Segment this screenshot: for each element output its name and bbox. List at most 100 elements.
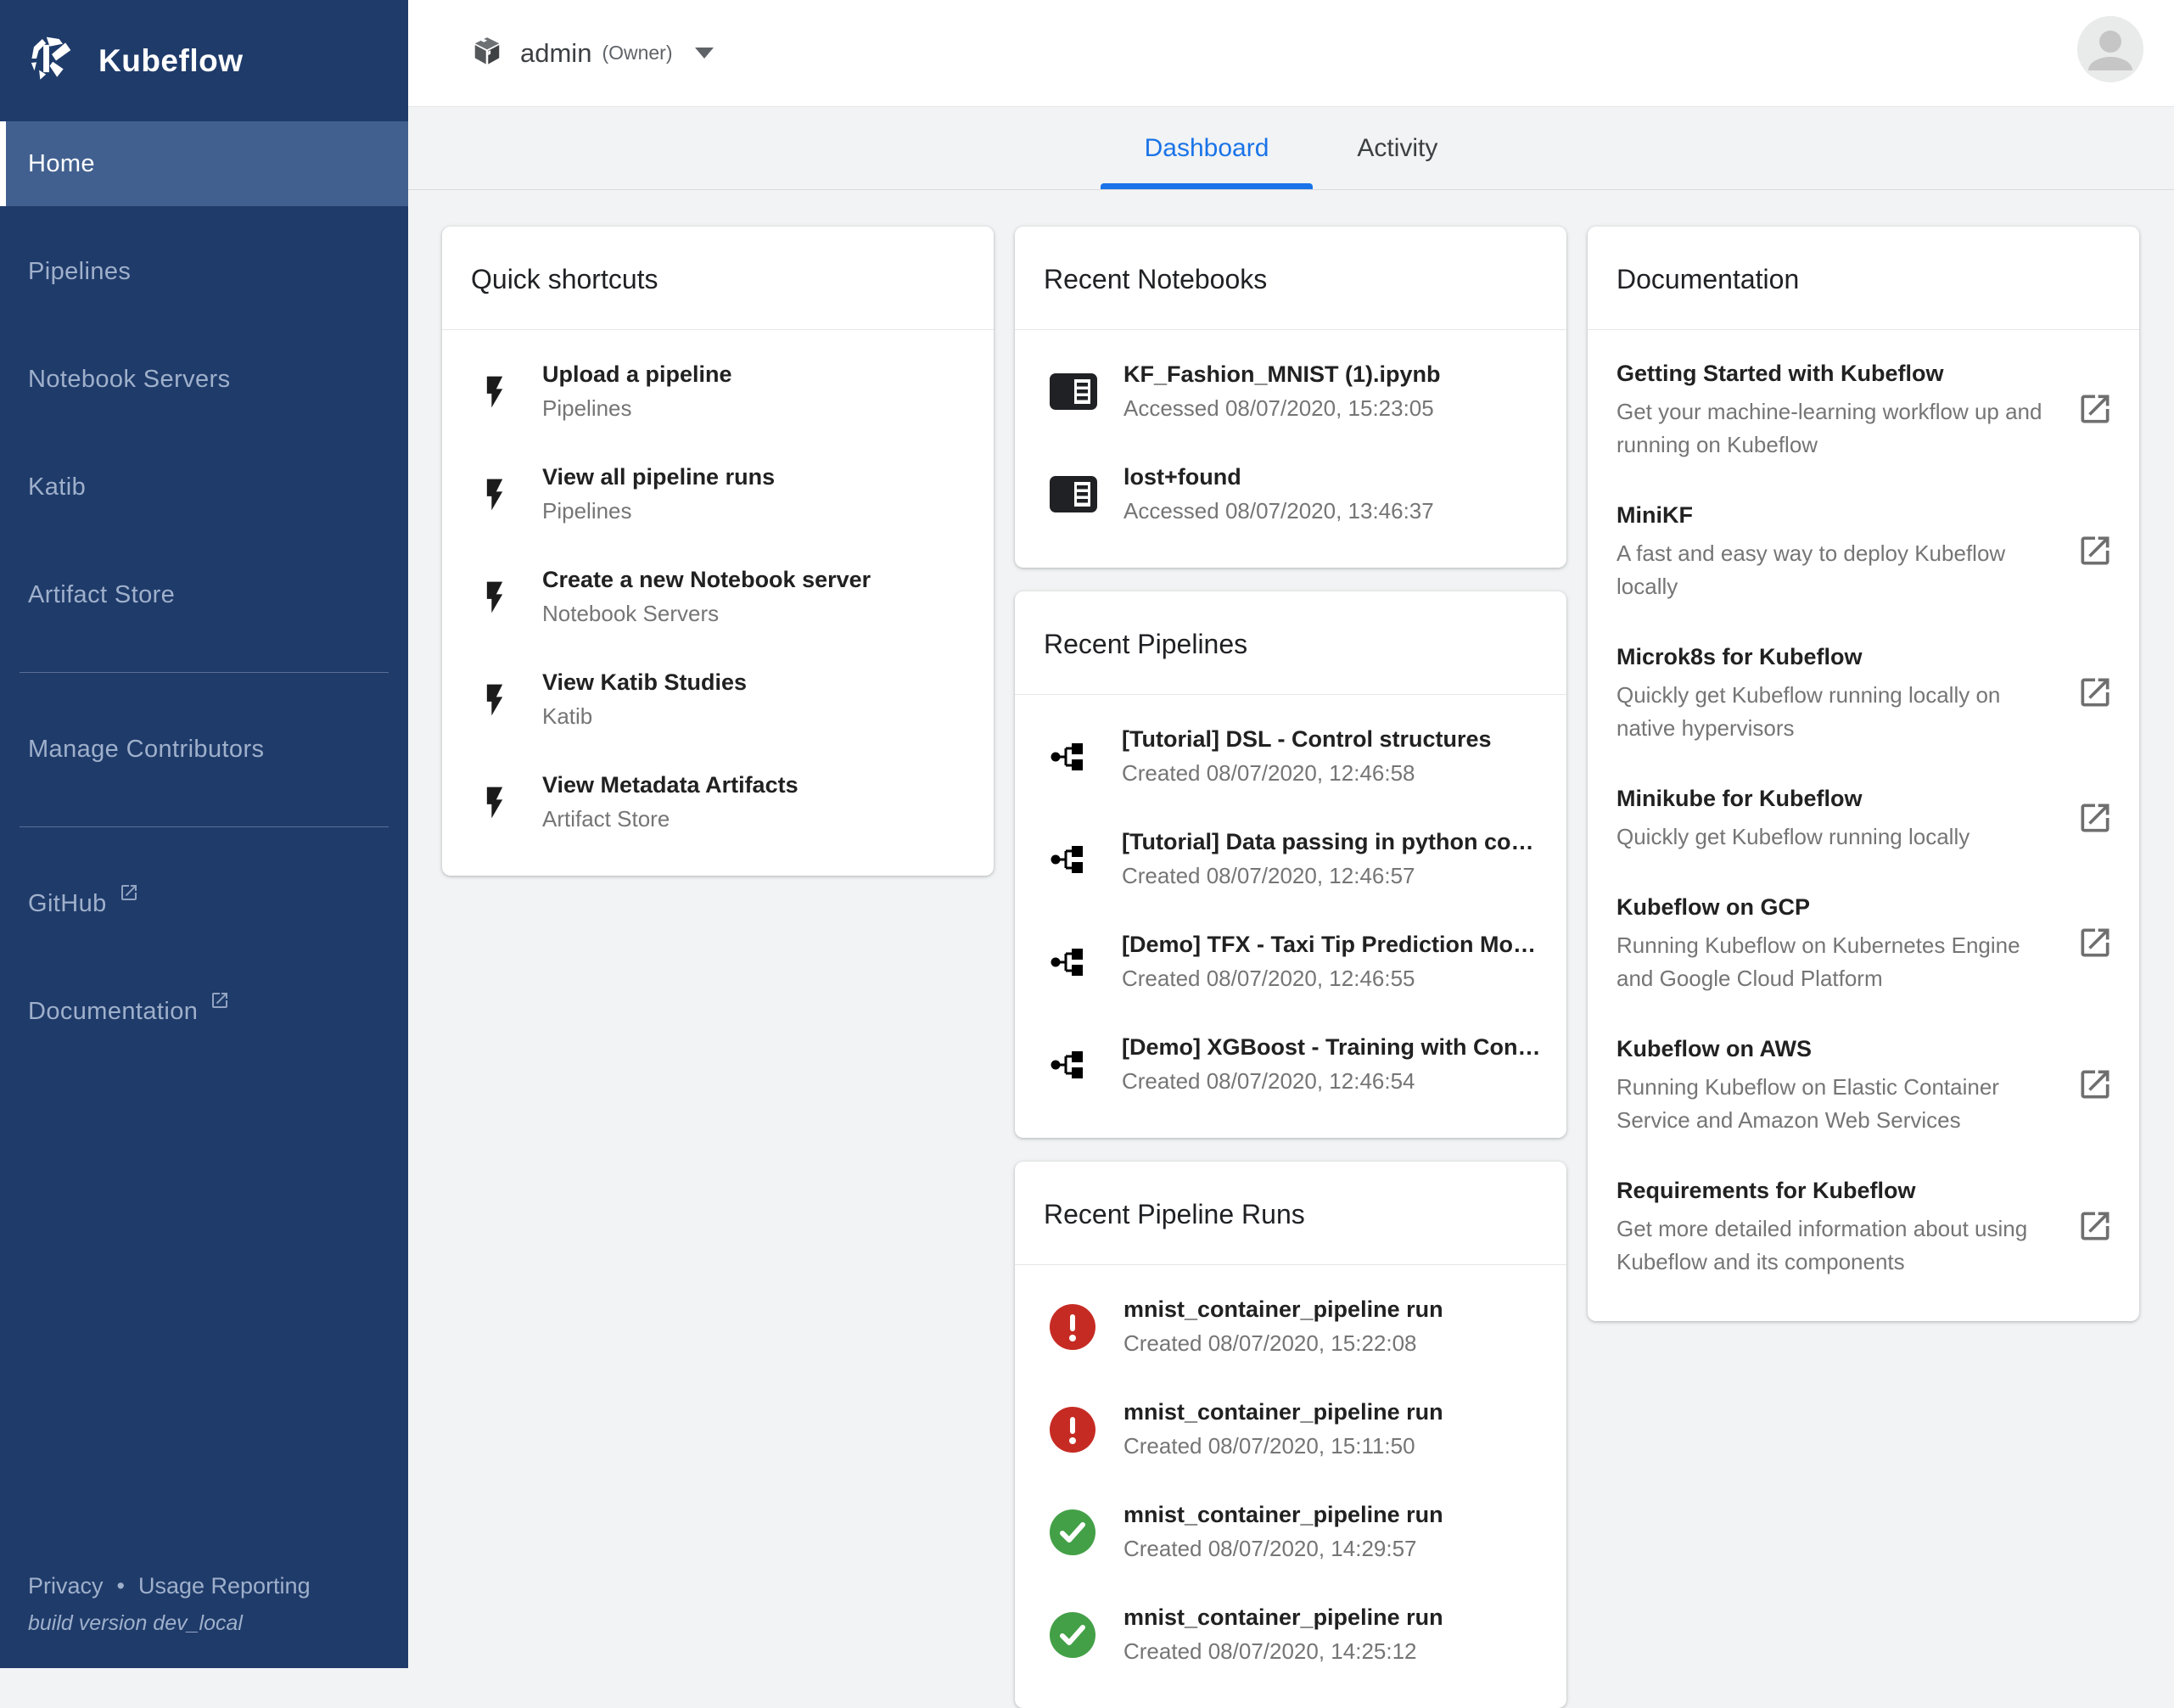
open-in-new-icon[interactable] <box>2076 390 2114 432</box>
tab-label: Activity <box>1357 134 1437 163</box>
pipeline-meta: Created 08/07/2020, 12:46:55 <box>1122 966 1543 992</box>
pipeline-run-row[interactable]: mnist_container_pipeline run Created 08/… <box>1015 1583 1566 1686</box>
shortcut-title: Create a new Notebook server <box>542 567 871 593</box>
pipeline-icon <box>1049 742 1091 772</box>
sidebar-item-documentation[interactable]: Documentation <box>0 969 408 1054</box>
sidebar-item-manage-contributors[interactable]: Manage Contributors <box>0 707 408 792</box>
column-middle: Recent Notebooks <box>1015 227 1566 1708</box>
kubeflow-logo-icon <box>25 32 78 89</box>
pipeline-row[interactable]: [Tutorial] DSL - Control structures Crea… <box>1015 705 1566 808</box>
sidebar-item-notebook-servers[interactable]: Notebook Servers <box>0 337 408 422</box>
namespace-cube-icon <box>471 35 503 71</box>
shortcut-subtitle: Notebook Servers <box>542 601 871 627</box>
doc-title: Requirements for Kubeflow <box>1616 1178 2054 1204</box>
doc-link-requirements[interactable]: Requirements for Kubeflow Get more detai… <box>1588 1157 2139 1299</box>
active-indicator <box>0 121 6 206</box>
open-in-new-icon[interactable] <box>2076 924 2114 966</box>
doc-title: Microk8s for Kubeflow <box>1616 644 2054 670</box>
doc-link-getting-started[interactable]: Getting Started with Kubeflow Get your m… <box>1588 340 2139 482</box>
pipeline-row[interactable]: [Demo] XGBoost - Training with Confusi… … <box>1015 1013 1566 1116</box>
flash-icon <box>476 476 513 513</box>
notebook-row[interactable]: KF_Fashion_MNIST (1).ipynb Accessed 08/0… <box>1015 340 1566 443</box>
run-meta: Created 08/07/2020, 15:22:08 <box>1123 1330 1443 1357</box>
namespace-selector[interactable]: admin (Owner) <box>471 35 714 71</box>
doc-description: Quickly get Kubeflow running locally on … <box>1616 679 2054 745</box>
doc-link-kubeflow-gcp[interactable]: Kubeflow on GCP Running Kubeflow on Kube… <box>1588 874 2139 1016</box>
shortcut-subtitle: Pipelines <box>542 498 775 524</box>
doc-description: Running Kubeflow on Kubernetes Engine an… <box>1616 929 2054 995</box>
sidebar-nav: Home Pipelines Notebook Servers Katib Ar… <box>0 121 408 1077</box>
doc-title: Minikube for Kubeflow <box>1616 786 2054 812</box>
tab-dashboard[interactable]: Dashboard <box>1101 107 1314 189</box>
doc-link-minikf[interactable]: MiniKF A fast and easy way to deploy Kub… <box>1588 482 2139 624</box>
sidebar-item-pipelines[interactable]: Pipelines <box>0 229 408 314</box>
open-in-new-icon[interactable] <box>2076 1207 2114 1249</box>
notebook-row[interactable]: lost+found Accessed 08/07/2020, 13:46:37 <box>1015 443 1566 546</box>
open-in-new-icon[interactable] <box>2076 532 2114 574</box>
privacy-link[interactable]: Privacy <box>28 1573 104 1599</box>
sidebar-divider <box>20 826 389 827</box>
shortcut-create-notebook-server[interactable]: Create a new Notebook server Notebook Se… <box>442 546 994 648</box>
sidebar-item-label: Artifact Store <box>28 581 175 609</box>
namespace-role: (Owner) <box>602 42 672 64</box>
column-left: Quick shortcuts Upload a pipeline Pipeli… <box>442 227 994 876</box>
pipeline-title: [Demo] TFX - Taxi Tip Prediction Model … <box>1122 932 1543 958</box>
app-logo: Kubeflow <box>0 0 408 121</box>
notebook-meta: Accessed 08/07/2020, 15:23:05 <box>1123 395 1441 422</box>
dashboard-content: Quick shortcuts Upload a pipeline Pipeli… <box>408 190 2174 1708</box>
run-title: mnist_container_pipeline run <box>1123 1296 1443 1323</box>
open-in-new-icon[interactable] <box>2076 799 2114 841</box>
chevron-down-icon <box>695 48 714 59</box>
documentation-card: Documentation Getting Started with Kubef… <box>1588 227 2139 1321</box>
card-title: Recent Pipeline Runs <box>1015 1162 1566 1264</box>
doc-description: Quickly get Kubeflow running locally <box>1616 820 2054 854</box>
doc-title: Kubeflow on AWS <box>1616 1036 2054 1062</box>
pipeline-row[interactable]: [Tutorial] Data passing in python comp… … <box>1015 808 1566 910</box>
run-title: mnist_container_pipeline run <box>1123 1502 1443 1528</box>
shortcut-view-katib-studies[interactable]: View Katib Studies Katib <box>442 648 994 751</box>
pipeline-title: [Tutorial] Data passing in python comp… <box>1122 829 1543 855</box>
sidebar-item-artifact-store[interactable]: Artifact Store <box>0 552 408 637</box>
sidebar-item-home[interactable]: Home <box>0 121 408 206</box>
flash-icon <box>476 784 513 821</box>
tab-activity[interactable]: Activity <box>1313 107 1482 189</box>
shortcut-upload-pipeline[interactable]: Upload a pipeline Pipelines <box>442 340 994 443</box>
doc-link-minikube[interactable]: Minikube for Kubeflow Quickly get Kubefl… <box>1588 765 2139 874</box>
avatar[interactable] <box>2077 16 2143 82</box>
shortcut-subtitle: Katib <box>542 703 747 730</box>
success-status-icon <box>1049 1611 1096 1659</box>
sidebar-item-label: Pipelines <box>28 258 131 286</box>
pipeline-meta: Created 08/07/2020, 12:46:57 <box>1122 863 1543 889</box>
success-status-icon <box>1049 1509 1096 1556</box>
pipeline-title: [Tutorial] DSL - Control structures <box>1122 726 1492 753</box>
shortcut-title: View Katib Studies <box>542 669 747 696</box>
shortcut-title: View all pipeline runs <box>542 464 775 490</box>
notebook-meta: Accessed 08/07/2020, 13:46:37 <box>1123 498 1434 524</box>
open-in-new-icon[interactable] <box>2076 1066 2114 1107</box>
open-in-new-icon[interactable] <box>2076 674 2114 715</box>
recent-notebooks-card: Recent Notebooks <box>1015 227 1566 568</box>
pipeline-run-row[interactable]: mnist_container_pipeline run Created 08/… <box>1015 1275 1566 1378</box>
doc-link-microk8s[interactable]: Microk8s for Kubeflow Quickly get Kubefl… <box>1588 624 2139 765</box>
shortcut-title: Upload a pipeline <box>542 361 732 388</box>
usage-reporting-link[interactable]: Usage Reporting <box>138 1573 311 1599</box>
sidebar-item-label: Notebook Servers <box>28 366 231 394</box>
pipeline-icon <box>1049 947 1091 977</box>
shortcut-view-pipeline-runs[interactable]: View all pipeline runs Pipelines <box>442 443 994 546</box>
run-title: mnist_container_pipeline run <box>1123 1399 1443 1425</box>
doc-link-kubeflow-aws[interactable]: Kubeflow on AWS Running Kubeflow on Elas… <box>1588 1016 2139 1157</box>
sidebar-item-label: Home <box>28 150 95 178</box>
shortcut-subtitle: Pipelines <box>542 395 732 422</box>
doc-description: Get your machine-learning workflow up an… <box>1616 395 2054 462</box>
pipeline-row[interactable]: [Demo] TFX - Taxi Tip Prediction Model …… <box>1015 910 1566 1013</box>
pipeline-icon <box>1049 1050 1091 1080</box>
pipeline-run-row[interactable]: mnist_container_pipeline run Created 08/… <box>1015 1378 1566 1481</box>
doc-title: Kubeflow on GCP <box>1616 894 2054 921</box>
sidebar: Kubeflow Home Pipelines Notebook Servers… <box>0 0 408 1668</box>
sidebar-item-katib[interactable]: Katib <box>0 445 408 529</box>
shortcut-view-metadata-artifacts[interactable]: View Metadata Artifacts Artifact Store <box>442 751 994 854</box>
sidebar-item-github[interactable]: GitHub <box>0 861 408 946</box>
flash-icon <box>476 579 513 616</box>
pipeline-run-row[interactable]: mnist_container_pipeline run Created 08/… <box>1015 1481 1566 1583</box>
card-title: Recent Pipelines <box>1015 591 1566 694</box>
